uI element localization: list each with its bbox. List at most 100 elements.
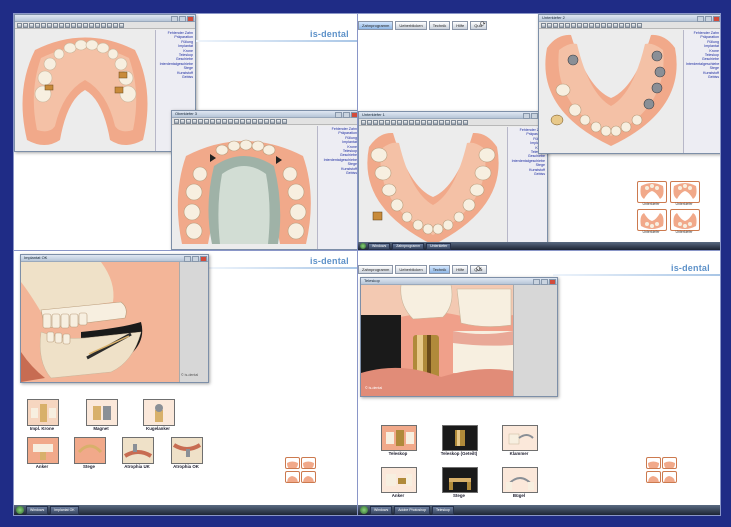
thumb-teleskop-geteilt[interactable]: [442, 425, 478, 451]
tool-button-icon[interactable]: [457, 120, 462, 125]
thumb-anker[interactable]: [27, 437, 59, 464]
info-item[interactable]: Gebiss: [510, 172, 545, 176]
jaw-window-oberkiefer[interactable]: Oberkiefer 3 Fehlender Zahn Präparation …: [171, 110, 359, 250]
maximize-icon[interactable]: [705, 16, 712, 22]
tool-button-icon[interactable]: [216, 119, 221, 124]
tool-button-icon[interactable]: [637, 23, 642, 28]
tool-button-icon[interactable]: [35, 23, 40, 28]
tool-button-icon[interactable]: [264, 119, 269, 124]
minimize-icon[interactable]: [523, 113, 530, 119]
tab-technik[interactable]: Technik: [428, 21, 451, 30]
tool-button-icon[interactable]: [17, 23, 22, 28]
tool-button-icon[interactable]: [463, 120, 468, 125]
jaw-mini-button[interactable]: [662, 457, 677, 469]
tool-button-icon[interactable]: [439, 120, 444, 125]
tab-ueberblicken[interactable]: Ueberblicken: [395, 265, 427, 274]
tool-button-icon[interactable]: [391, 120, 396, 125]
tool-button-icon[interactable]: [270, 119, 275, 124]
maximize-icon[interactable]: [179, 16, 186, 22]
jaw-mini-button[interactable]: [285, 471, 300, 483]
tool-button-icon[interactable]: [547, 23, 552, 28]
jaw-mini-button[interactable]: [301, 471, 316, 483]
tool-button-icon[interactable]: [65, 23, 70, 28]
tool-button-icon[interactable]: [240, 119, 245, 124]
tool-button-icon[interactable]: [258, 119, 263, 124]
tool-button-icon[interactable]: [276, 119, 281, 124]
taskbar-item[interactable]: Implantat OK: [50, 505, 79, 515]
minimize-icon[interactable]: [697, 16, 704, 22]
tool-button-icon[interactable]: [210, 119, 215, 124]
tool-button-icon[interactable]: [29, 23, 34, 28]
tool-button-icon[interactable]: [53, 23, 58, 28]
tool-button-icon[interactable]: [252, 119, 257, 124]
tool-button-icon[interactable]: [77, 23, 82, 28]
tool-button-icon[interactable]: [204, 119, 209, 124]
info-item[interactable]: Gebiss: [686, 75, 719, 79]
jaw-mini-button[interactable]: [301, 457, 316, 469]
thumb-atrophia-uk[interactable]: [122, 437, 154, 464]
jaw-mini-button[interactable]: [637, 209, 667, 231]
maximize-icon[interactable]: [343, 112, 350, 118]
tool-button-icon[interactable]: [71, 23, 76, 28]
info-item[interactable]: Gebiss: [320, 171, 357, 175]
tool-button-icon[interactable]: [385, 120, 390, 125]
tool-button-icon[interactable]: [565, 23, 570, 28]
tab-ueberblicken[interactable]: Ueberblicken: [395, 21, 427, 30]
maximize-icon[interactable]: [531, 113, 538, 119]
tool-button-icon[interactable]: [613, 23, 618, 28]
taskbar-item[interactable]: Unterkiefer: [426, 242, 452, 250]
jaw-mini-button[interactable]: [646, 471, 661, 483]
jaw-mini-button[interactable]: [646, 457, 661, 469]
close-icon[interactable]: [713, 16, 720, 22]
jaw-mini-button[interactable]: [662, 471, 677, 483]
jaw-mini-button[interactable]: [670, 209, 700, 231]
tool-button-icon[interactable]: [89, 23, 94, 28]
upper-jaw-view[interactable]: [15, 30, 155, 151]
tool-button-icon[interactable]: [625, 23, 630, 28]
taskbar-item[interactable]: Windows: [370, 505, 393, 515]
jaw-mini-button[interactable]: [285, 457, 300, 469]
start-button-icon[interactable]: [16, 506, 24, 514]
tool-button-icon[interactable]: [367, 120, 372, 125]
tab-zahnprogramm[interactable]: Zahnprogramm: [358, 21, 394, 30]
tool-button-icon[interactable]: [47, 23, 52, 28]
minimize-icon[interactable]: [335, 112, 342, 118]
thumb-atrophia-ok[interactable]: [171, 437, 203, 464]
tab-technik[interactable]: Technik: [428, 265, 451, 274]
thumb-kugelanker[interactable]: [143, 399, 175, 426]
tool-button-icon[interactable]: [397, 120, 402, 125]
tab-hilfe[interactable]: Hilfe: [452, 265, 469, 274]
tool-button-icon[interactable]: [421, 120, 426, 125]
tool-button-icon[interactable]: [246, 119, 251, 124]
tool-button-icon[interactable]: [403, 120, 408, 125]
lower-jaw-implant-view[interactable]: [539, 30, 683, 153]
lower-jaw-view[interactable]: [359, 127, 507, 250]
tool-button-icon[interactable]: [601, 23, 606, 28]
tool-button-icon[interactable]: [451, 120, 456, 125]
tool-button-icon[interactable]: [373, 120, 378, 125]
tool-button-icon[interactable]: [445, 120, 450, 125]
tool-button-icon[interactable]: [222, 119, 227, 124]
thumb-teleskop[interactable]: [381, 425, 417, 451]
thumb-stege-right[interactable]: [442, 467, 478, 493]
implant-window[interactable]: Implantat OK © is-dental: [20, 254, 209, 383]
tool-button-icon[interactable]: [192, 119, 197, 124]
tool-button-icon[interactable]: [83, 23, 88, 28]
tool-button-icon[interactable]: [433, 120, 438, 125]
tool-button-icon[interactable]: [553, 23, 558, 28]
tool-button-icon[interactable]: [95, 23, 100, 28]
taskbar-item[interactable]: Windows: [26, 505, 49, 515]
tool-button-icon[interactable]: [228, 119, 233, 124]
tool-button-icon[interactable]: [198, 119, 203, 124]
taskbar-item[interactable]: Adobe Photoshop: [394, 505, 431, 515]
thumb-klammer[interactable]: [502, 425, 538, 451]
tool-button-icon[interactable]: [59, 23, 64, 28]
tool-button-icon[interactable]: [595, 23, 600, 28]
tool-button-icon[interactable]: [174, 119, 179, 124]
start-button-icon[interactable]: [360, 506, 368, 514]
teleskop-view[interactable]: [361, 285, 513, 396]
taskbar-item[interactable]: Zahnprogramm: [392, 242, 425, 250]
window-titlebar[interactable]: Oberkiefer 3: [172, 111, 359, 118]
refresh-icon[interactable]: ⟳: [480, 20, 486, 28]
tool-button-icon[interactable]: [180, 119, 185, 124]
